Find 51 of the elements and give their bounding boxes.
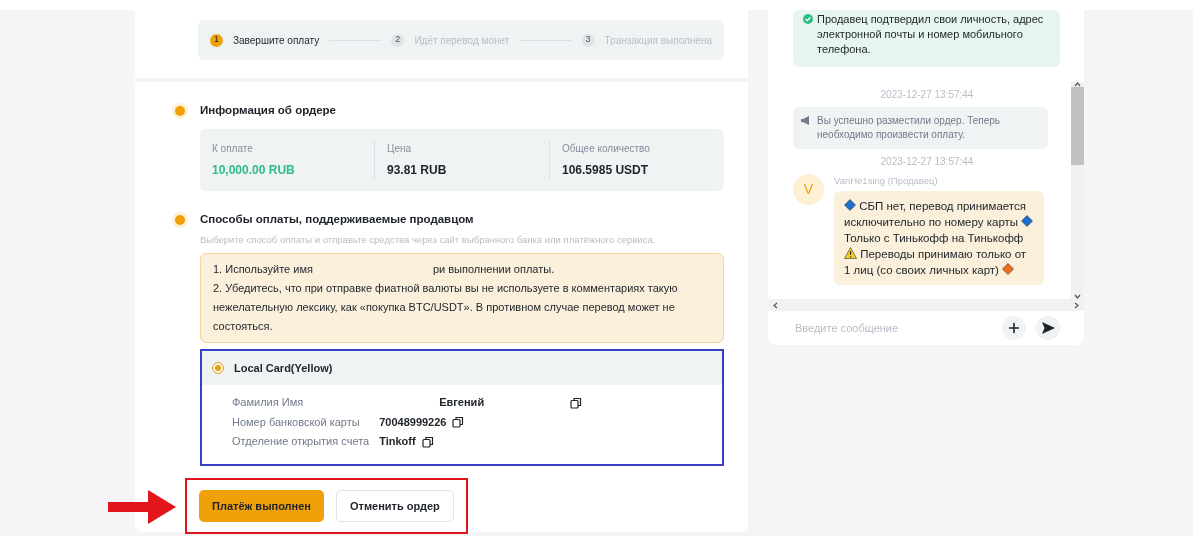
sender-name: VanHe1sing (Продавец) bbox=[834, 174, 939, 188]
step-number: 2 bbox=[391, 33, 405, 47]
plus-icon bbox=[1008, 322, 1020, 334]
cancel-order-button[interactable]: Отменить ордер bbox=[336, 489, 454, 523]
field-label: Цена bbox=[387, 142, 413, 157]
detail-value: Евгений bbox=[439, 395, 485, 411]
message-text: Только с Тинькофф на Тинькофф bbox=[844, 232, 1024, 245]
attach-button[interactable] bbox=[1002, 316, 1026, 340]
method-name: Local Card(Yellow) bbox=[234, 360, 333, 376]
step-number: 3 bbox=[581, 33, 595, 47]
timestamp: 2023-12-27 13:57:44 bbox=[879, 155, 975, 169]
message-text: СБП нет, перевод принимается исключительно по номеру карты bbox=[844, 200, 1026, 229]
message-text: Переводы принимаю только от 1 лиц (со своих личных карт) bbox=[844, 248, 1027, 277]
field-label: К оплате bbox=[212, 142, 254, 157]
timestamp: 2023-12-27 13:57:44 bbox=[879, 88, 975, 102]
field-value: 106.5985 USDT bbox=[562, 162, 650, 180]
scroll-right-icon[interactable] bbox=[1073, 302, 1080, 308]
section-dot bbox=[175, 106, 185, 116]
detail-label: Фамилия Имя bbox=[232, 395, 305, 411]
copy-icon[interactable] bbox=[421, 435, 434, 448]
section-title: Способы оплаты, поддерживаемые продавцом bbox=[200, 212, 475, 228]
detail-label: Отделение открытия счета bbox=[232, 434, 371, 450]
hint-text: Выберите способ оплаты и отправьте средства через сайт выбранного банка или платёжного сервиса. bbox=[200, 232, 657, 247]
notice-text: 1. Используйте имя bbox=[213, 261, 313, 277]
avatar: V bbox=[793, 174, 824, 205]
notice-text: 2. Убедитесь, что при отправке фиатной валюты вы не используете в комментариях такую нежелательную лексику, как «покупка BTC/USDT». В противном случае перевод может не состояться. bbox=[213, 280, 679, 334]
scroll-up-icon[interactable] bbox=[1074, 82, 1081, 87]
step-number: 1 bbox=[210, 33, 223, 47]
check-icon bbox=[803, 14, 813, 24]
section-dot bbox=[175, 215, 185, 226]
system-text: Вы успешно разместили ордер. Теперь необходимо произвести оплату. bbox=[817, 114, 1002, 142]
field-value: 93.81 RUB bbox=[387, 162, 448, 180]
send-icon bbox=[1041, 322, 1055, 334]
vertical-scrollbar[interactable] bbox=[1071, 82, 1084, 299]
scroll-down-icon[interactable] bbox=[1074, 294, 1081, 299]
detail-value: Tinkoff bbox=[379, 434, 416, 450]
verified-text: Продавец подтвердил свои личность, адрес электронной почты и номер мобильного телефона. bbox=[817, 12, 1045, 57]
detail-value: 70048999226 bbox=[379, 414, 447, 430]
copy-icon[interactable] bbox=[570, 396, 583, 409]
detail-label: Номер банковской карты bbox=[232, 414, 361, 430]
field-value: 10,000.00 RUB bbox=[212, 162, 296, 180]
field-label: Общее количество bbox=[562, 142, 651, 157]
payment-done-button[interactable]: Платёж выполнен bbox=[199, 489, 324, 523]
copy-icon[interactable] bbox=[452, 416, 465, 428]
horizontal-scrollbar[interactable] bbox=[768, 299, 1084, 311]
notice-text: ри выполнении оплаты. bbox=[432, 261, 555, 277]
section-title: Информация об ордере bbox=[200, 103, 338, 118]
megaphone-icon bbox=[801, 116, 811, 125]
step-label: Завершите оплату bbox=[233, 33, 320, 48]
send-button[interactable] bbox=[1036, 316, 1060, 340]
scroll-left-icon[interactable] bbox=[772, 302, 779, 308]
